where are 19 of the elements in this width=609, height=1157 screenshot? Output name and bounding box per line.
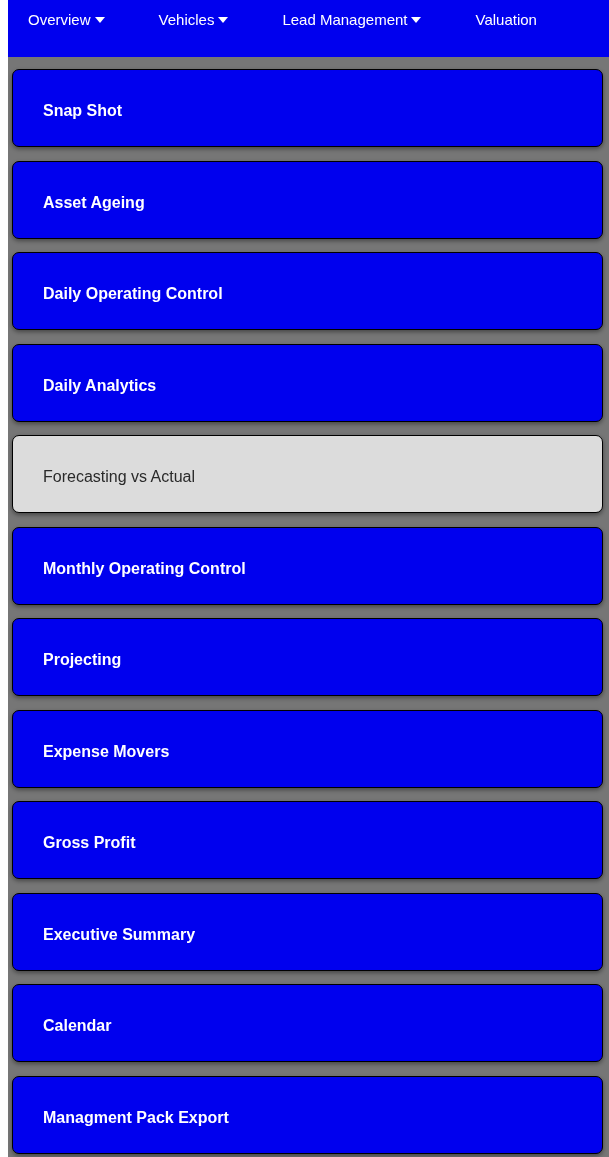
nav-menu-item[interactable]: Lead Management	[282, 9, 422, 32]
menu-item[interactable]: Daily Analytics	[12, 343, 603, 422]
menu-item[interactable]: Asset Ageing	[12, 160, 603, 239]
nav-menu-item[interactable]: Vehicles	[158, 9, 229, 32]
menu-item[interactable]: Calendar	[12, 984, 603, 1062]
nav-menu-item[interactable]: Overview	[28, 9, 105, 32]
nav-menu-item[interactable]: Valuation	[475, 9, 537, 32]
menu-item[interactable]: Expense Movers	[12, 709, 603, 788]
menu-item[interactable]: Managment Pack Export	[12, 1075, 603, 1154]
menu-item[interactable]: Snap Shot	[12, 69, 603, 147]
menu-item[interactable]: Forecasting vs Actual	[12, 435, 603, 513]
menu-item[interactable]: Projecting	[12, 618, 603, 696]
caret-icon	[218, 17, 229, 24]
menu-item[interactable]: Monthly Operating Control	[12, 526, 603, 605]
caret-icon	[411, 17, 422, 24]
menu-item[interactable]: Gross Profit	[12, 801, 603, 879]
caret-icon	[94, 17, 105, 24]
menu-item[interactable]: Daily Operating Control	[12, 252, 603, 330]
menu-item[interactable]: Executive Summary	[12, 892, 603, 971]
